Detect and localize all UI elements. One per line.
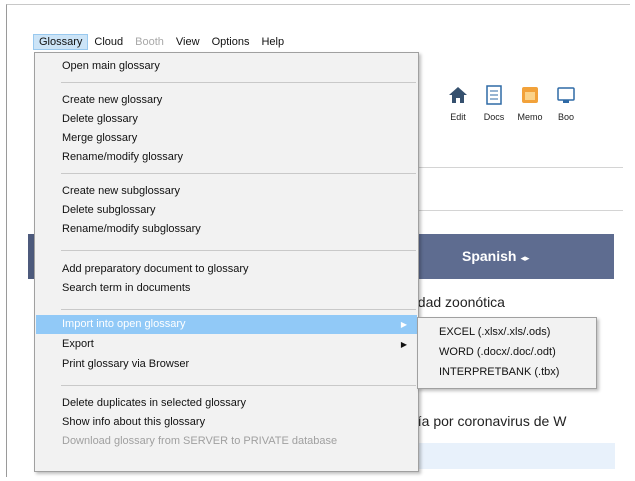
menu-item-import-into-open-glossary[interactable]: Import into open glossary ▶ (36, 315, 417, 334)
sort-arrows-icon: ◂▸ (520, 253, 530, 263)
menu-separator (61, 309, 416, 310)
search-divider (395, 210, 623, 211)
menu-view[interactable]: View (170, 34, 206, 50)
menu-item-create-new-glossary[interactable]: Create new glossary (36, 91, 417, 110)
import-submenu: EXCEL (.xlsx/.xls/.ods) WORD (.docx/.doc… (417, 317, 597, 389)
menu-item-create-subglossary[interactable]: Create new subglossary (36, 182, 417, 201)
toolbar: Edit Docs Memo Boo (440, 84, 584, 122)
menu-options[interactable]: Options (206, 34, 256, 50)
menu-separator (61, 173, 416, 174)
glossary-dropdown-menu: Open main glossary Create new glossary D… (34, 52, 419, 472)
toolbar-booth-label: Boo (557, 112, 574, 122)
menu-glossary[interactable]: Glossary (33, 34, 89, 50)
menu-booth[interactable]: Booth (129, 34, 170, 50)
memo-icon (519, 84, 541, 106)
menu-help[interactable]: Help (255, 34, 290, 50)
toolbar-memo-button[interactable]: Memo (512, 84, 548, 122)
house-icon (447, 84, 469, 106)
menubar: Glossary Cloud Booth View Options Help (33, 33, 290, 51)
submenu-item-interpretbank[interactable]: INTERPRETBANK (.tbx) (419, 362, 595, 382)
submenu-item-word[interactable]: WORD (.docx/.doc/.odt) (419, 342, 595, 362)
submenu-item-excel[interactable]: EXCEL (.xlsx/.xls/.ods) (419, 322, 595, 342)
glossary-term-cell[interactable]: nía por coronavirus de W (410, 413, 566, 429)
menu-separator (61, 82, 416, 83)
menu-cloud[interactable]: Cloud (88, 34, 129, 50)
menu-item-download-glossary[interactable]: Download glossary from SERVER to PRIVATE… (36, 432, 417, 451)
menu-item-label: Export (62, 338, 94, 350)
menu-separator (61, 250, 416, 251)
language-label: Spanish (462, 248, 517, 264)
menu-item-export[interactable]: Export ▶ (36, 335, 417, 354)
menu-item-label: Import into open glossary (62, 318, 186, 330)
menu-item-delete-subglossary[interactable]: Delete subglossary (36, 201, 417, 220)
menu-separator (61, 385, 416, 386)
booth-icon (555, 84, 577, 106)
menu-item-rename-subglossary[interactable]: Rename/modify subglossary (36, 220, 417, 239)
spanish-column-header[interactable]: Spanish ◂▸ (462, 248, 530, 264)
document-icon (483, 84, 505, 106)
menu-item-add-preparatory-document[interactable]: Add preparatory document to glossary (36, 260, 417, 279)
menu-item-merge-glossary[interactable]: Merge glossary (36, 129, 417, 148)
menu-item-show-info[interactable]: Show info about this glossary (36, 413, 417, 432)
menu-item-rename-glossary[interactable]: Rename/modify glossary (36, 148, 417, 167)
menu-item-print-glossary[interactable]: Print glossary via Browser (36, 355, 417, 374)
menu-item-open-main-glossary[interactable]: Open main glossary (36, 57, 417, 76)
toolbar-divider (395, 167, 623, 168)
toolbar-docs-button[interactable]: Docs (476, 84, 512, 122)
menu-item-delete-glossary[interactable]: Delete glossary (36, 110, 417, 129)
toolbar-edit-button[interactable]: Edit (440, 84, 476, 122)
submenu-arrow-icon: ▶ (400, 320, 407, 329)
submenu-arrow-icon: ▶ (400, 340, 407, 349)
toolbar-docs-label: Docs (483, 112, 505, 122)
toolbar-memo-label: Memo (517, 112, 543, 122)
toolbar-edit-label: Edit (450, 112, 466, 122)
menu-item-delete-duplicates[interactable]: Delete duplicates in selected glossary (36, 394, 417, 413)
glossary-term-cell[interactable]: edad zoonótica (410, 294, 505, 310)
toolbar-booth-button[interactable]: Boo (548, 84, 584, 122)
menu-item-search-term[interactable]: Search term in documents (36, 279, 417, 298)
table-row[interactable] (395, 443, 615, 469)
